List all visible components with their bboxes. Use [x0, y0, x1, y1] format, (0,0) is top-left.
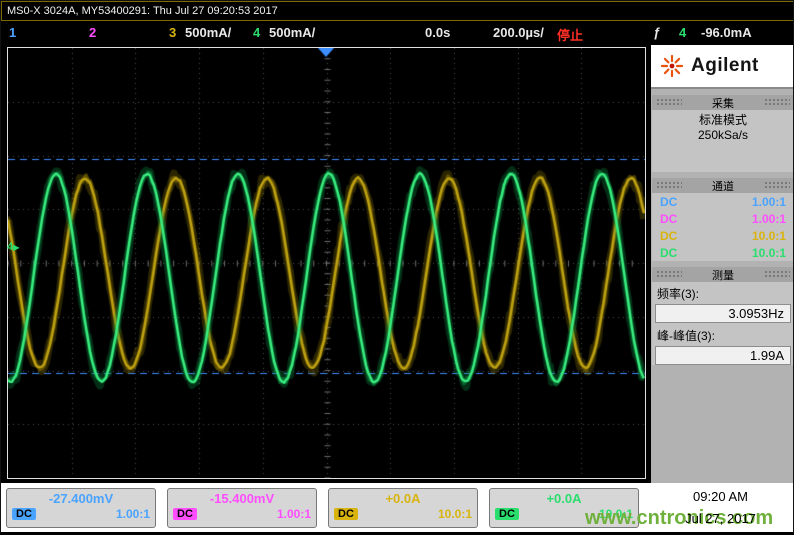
channel1-coupling-badge: DC — [12, 508, 36, 520]
brand-area: Agilent — [651, 45, 794, 89]
channel3-box[interactable]: +0.0A DC 10.0:1 — [328, 488, 478, 528]
channel4-coupling-badge: DC — [495, 508, 519, 520]
clock: 09:20 AM Jul 27, 2017 — [646, 489, 794, 526]
channel2-row: DC 1.00:1 — [652, 210, 794, 227]
frequency-label: 频率(3): — [652, 282, 794, 303]
brand-name: Agilent — [691, 55, 759, 77]
peak-to-peak-label: 峰-峰值(3): — [652, 324, 794, 345]
bottom-bar: -27.400mV DC 1.00:1 -15.400mV DC 1.00:1 … — [1, 483, 794, 533]
trigger-source[interactable]: 4 — [679, 25, 686, 40]
trigger-edge-icon[interactable]: ƒ — [653, 25, 660, 40]
timebase-setting[interactable]: 200.0µs/ — [493, 25, 544, 40]
channel1-offset: -27.400mV — [7, 491, 155, 506]
title-bar: MS0-X 3024A, MY53400291: Thu Jul 27 09:2… — [1, 1, 794, 21]
measure-panel-body: 频率(3): 3.0953Hz 峰-峰值(3): 1.99A — [652, 282, 794, 365]
channel4-ground-marker: 4▶ — [7, 242, 19, 253]
channel2-button[interactable]: 2 — [89, 25, 96, 40]
acquire-panel-header: 采集 — [652, 95, 794, 110]
right-arrow-icon: ▶ — [13, 243, 19, 252]
trigger-level[interactable]: -96.0mA — [701, 25, 752, 40]
channel4-offset: +0.0A — [490, 491, 638, 506]
graticule-area: 4▶ — [7, 47, 646, 479]
channel3-offset: +0.0A — [329, 491, 477, 506]
waveform-display — [8, 48, 645, 478]
frequency-value: 3.0953Hz — [655, 304, 791, 323]
acquire-panel-body: 标准模式 250kSa/s — [652, 110, 794, 172]
channel3-scale[interactable]: 500mA/ — [185, 25, 231, 40]
horizontal-delay[interactable]: 0.0s — [425, 25, 450, 40]
channel2-probe: 1.00:1 — [277, 507, 311, 521]
sidebar: Agilent 采集 标准模式 250kSa/s 通道 DC 1.00:1 DC… — [651, 45, 794, 483]
channel4-row: DC 10.0:1 — [652, 244, 794, 261]
channels-panel-header: 通道 — [652, 178, 794, 193]
channel1-button[interactable]: 1 — [9, 25, 16, 40]
clock-date: Jul 27, 2017 — [646, 511, 794, 526]
display-area: 4▶ — [1, 45, 651, 483]
agilent-starburst-icon — [660, 54, 684, 78]
channel2-box[interactable]: -15.400mV DC 1.00:1 — [167, 488, 317, 528]
channel1-row: DC 1.00:1 — [652, 193, 794, 210]
channel3-button[interactable]: 3 — [169, 25, 176, 40]
channel4-button[interactable]: 4 — [253, 25, 260, 40]
channel3-coupling-badge: DC — [334, 508, 358, 520]
sample-rate: 250kSa/s — [652, 128, 794, 143]
measure-panel-header: 测量 — [652, 267, 794, 282]
acquire-mode: 标准模式 — [652, 113, 794, 128]
channels-panel-body: DC 1.00:1 DC 1.00:1 DC 10.0:1 DC 10.0:1 — [652, 193, 794, 261]
channel4-scale[interactable]: 500mA/ — [269, 25, 315, 40]
channel1-box[interactable]: -27.400mV DC 1.00:1 — [6, 488, 156, 528]
channel3-probe: 10.0:1 — [438, 507, 472, 521]
channel1-probe: 1.00:1 — [116, 507, 150, 521]
channel2-coupling-badge: DC — [173, 508, 197, 520]
channel2-offset: -15.400mV — [168, 491, 316, 506]
oscilloscope-screen: MS0-X 3024A, MY53400291: Thu Jul 27 09:2… — [0, 0, 794, 535]
run-stop-state[interactable]: 停止 — [557, 25, 583, 44]
clock-time: 09:20 AM — [646, 489, 794, 504]
instrument-id-text: MS0-X 3024A, MY53400291: Thu Jul 27 09:2… — [7, 5, 278, 17]
status-bar: 1 2 3 500mA/ 4 500mA/ 0.0s 200.0µs/ 停止 ƒ… — [1, 21, 794, 45]
channel3-row: DC 10.0:1 — [652, 227, 794, 244]
peak-to-peak-value: 1.99A — [655, 346, 791, 365]
